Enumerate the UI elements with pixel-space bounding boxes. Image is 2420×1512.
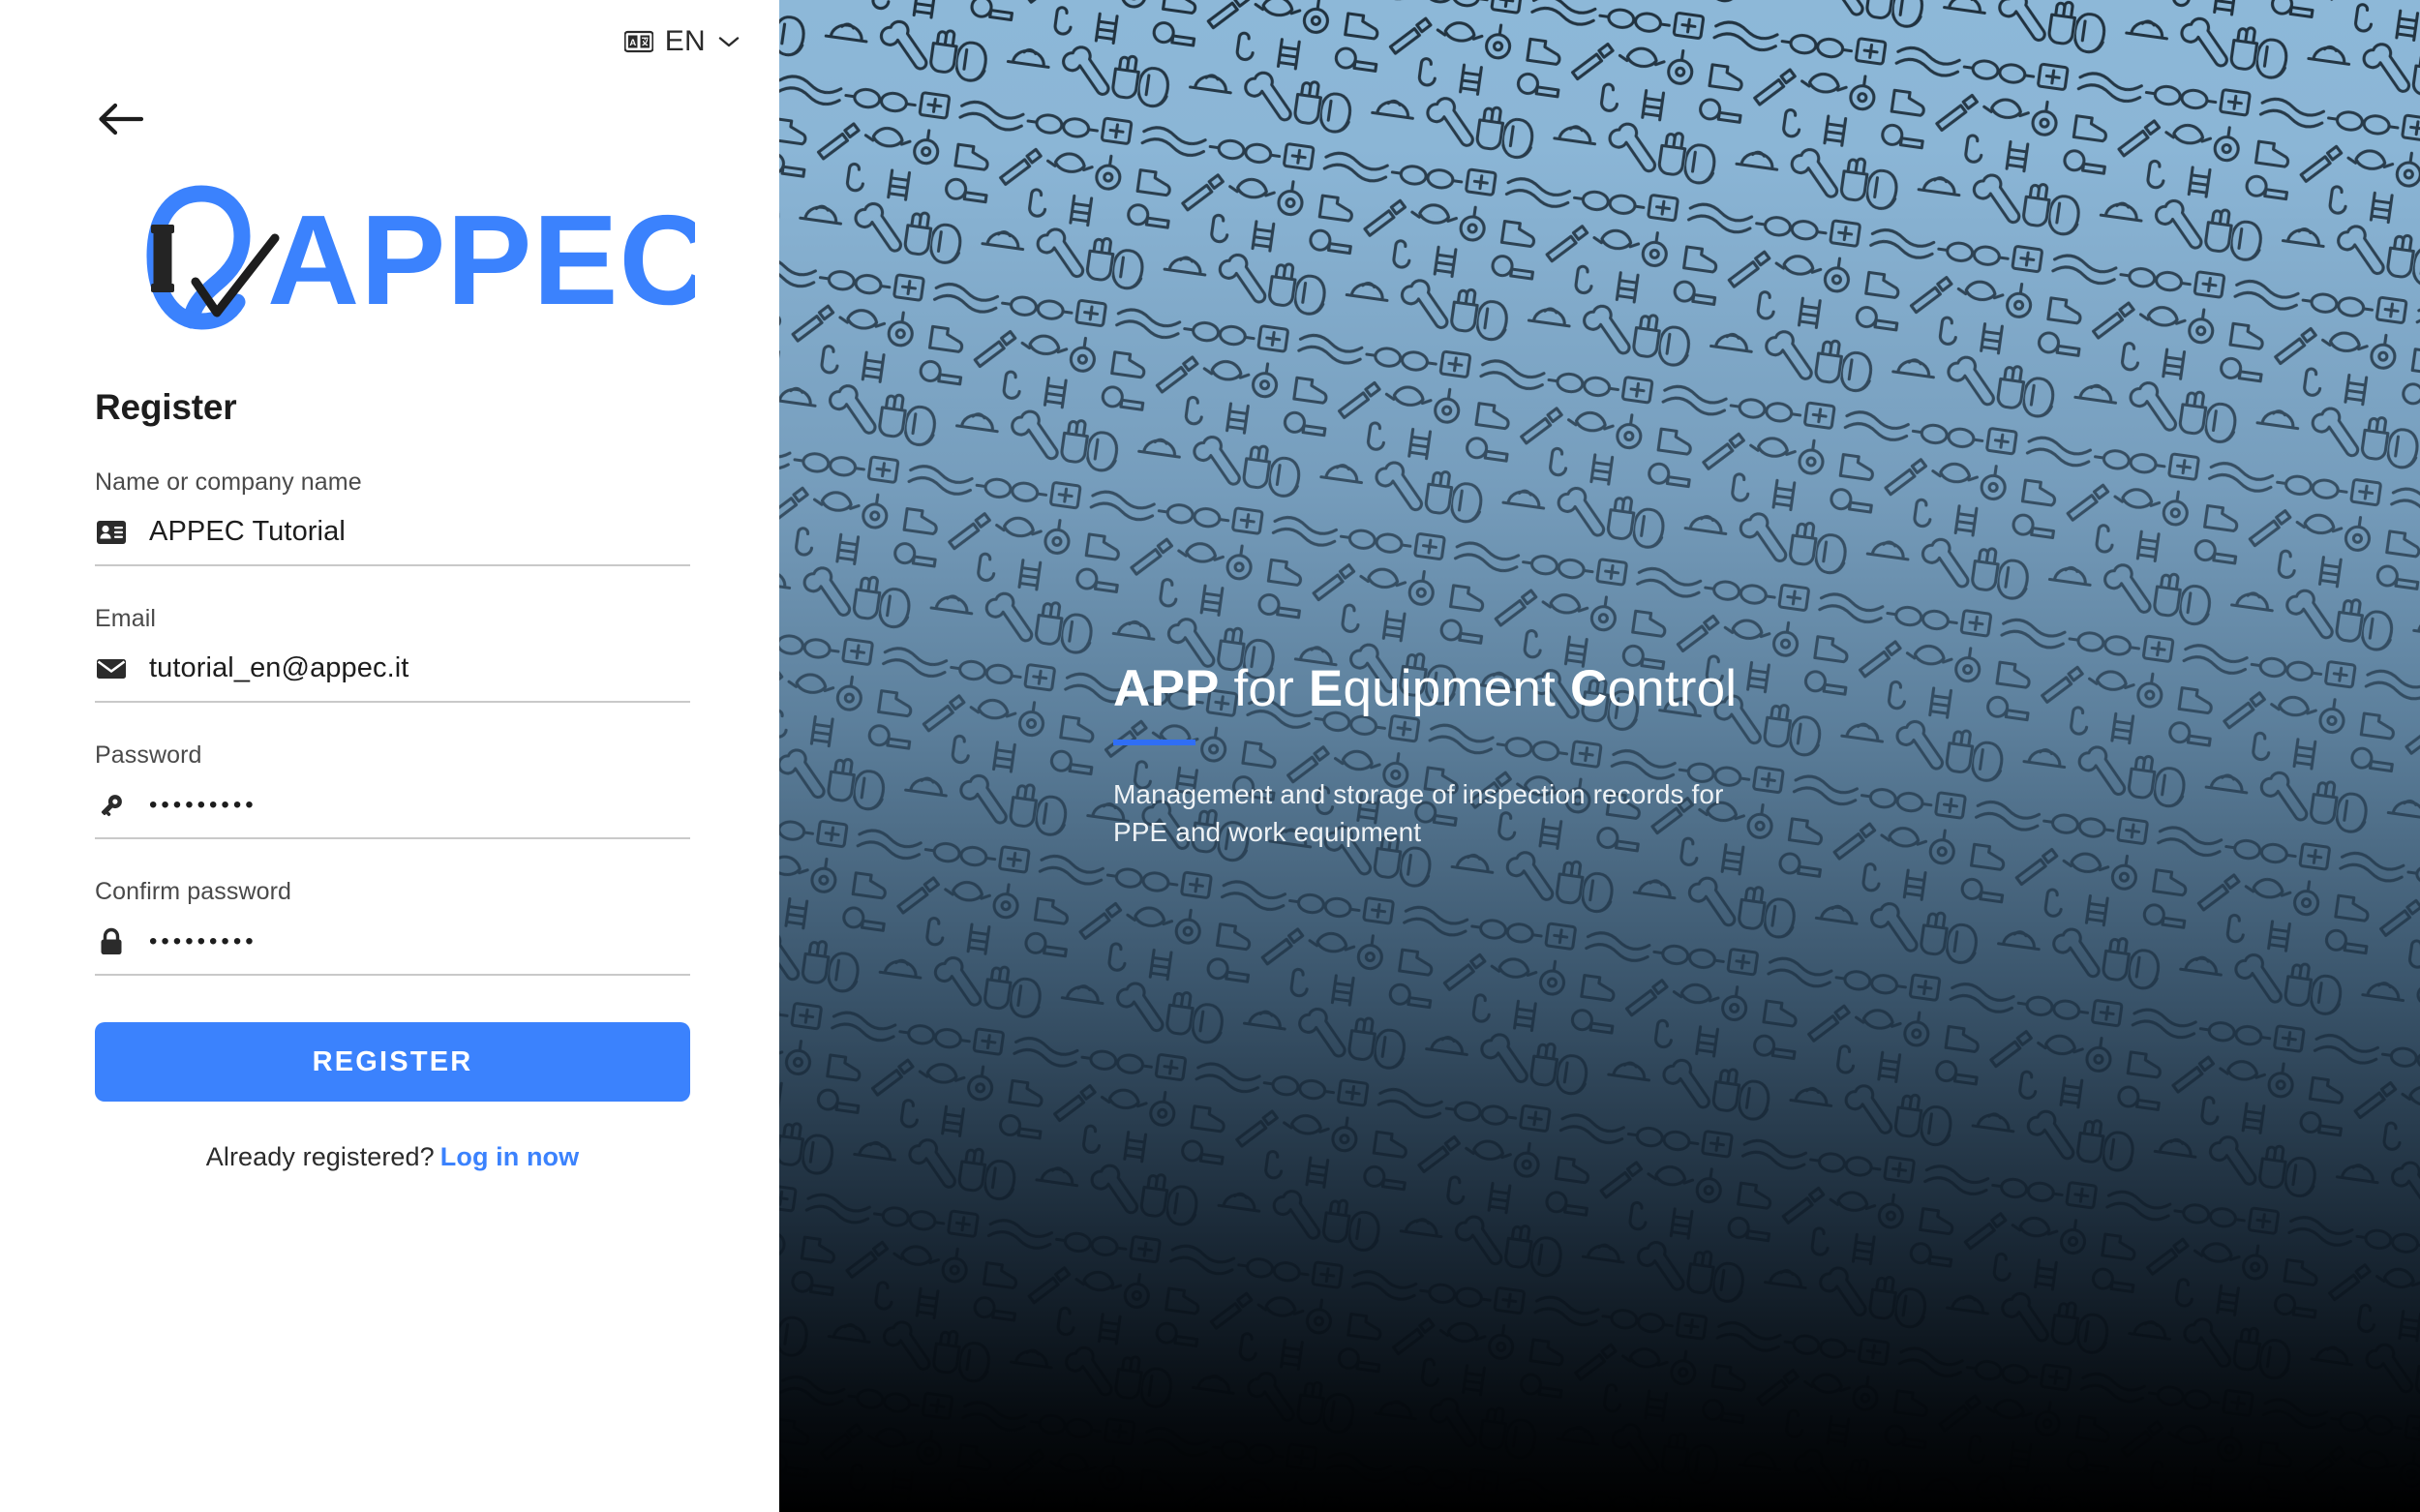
field-label-password: Password (95, 741, 202, 769)
hero-subtitle: Management and storage of inspection rec… (1113, 779, 1724, 847)
lock-icon (95, 925, 128, 958)
appec-logo: APPEC (95, 180, 695, 330)
confirm-password-input-value[interactable]: ••••••••• (149, 928, 690, 954)
login-prompt-text: Already registered? (205, 1142, 435, 1171)
register-form: Register Name or company name APPEC Tuto… (95, 387, 690, 1172)
auth-panel: A EN APPEC Register Name or company name… (0, 0, 779, 1512)
login-link[interactable]: Log in now (440, 1142, 579, 1171)
field-label-confirm-password: Confirm password (95, 878, 292, 905)
field-row-confirm-password[interactable]: ••••••••• (95, 925, 690, 976)
envelope-icon (95, 652, 128, 685)
arrow-left-icon (99, 103, 144, 136)
back-button[interactable] (95, 99, 145, 139)
password-input-value[interactable]: ••••••••• (149, 792, 690, 818)
field-row-email[interactable]: tutorial_en@appec.it (95, 652, 690, 703)
chevron-down-icon (717, 34, 741, 49)
hero-title-part-4: quipment (1343, 660, 1571, 717)
hero-title-part-1: APP (1113, 660, 1220, 717)
hero-title-part-5: C (1570, 660, 1608, 717)
field-row-name[interactable]: APPEC Tutorial (95, 516, 690, 566)
hero-title-part-6: ontrol (1607, 660, 1738, 717)
key-icon (95, 789, 128, 822)
field-label-email: Email (95, 605, 157, 632)
language-code: EN (664, 25, 706, 57)
field-password: Password ••••••••• (95, 741, 690, 839)
hero-title-part-2: for (1219, 660, 1309, 717)
page-title: Register (95, 387, 237, 427)
field-row-password[interactable]: ••••••••• (95, 789, 690, 839)
hero-title: APP for Equipment Control (1113, 661, 2139, 716)
field-name: Name or company name APPEC Tutorial (95, 469, 690, 566)
hero-panel: APP for Equipment Control Management and… (779, 0, 2420, 1512)
field-email: Email tutorial_en@appec.it (95, 605, 690, 703)
language-selector[interactable]: A EN (623, 25, 741, 58)
translate-icon: A (623, 30, 654, 53)
login-prompt: Already registered? Log in now (95, 1142, 690, 1172)
contact-card-icon (95, 516, 128, 549)
hero-content: APP for Equipment Control Management and… (1113, 661, 2139, 851)
hero-accent-bar (1113, 740, 1195, 746)
register-button[interactable]: REGISTER (95, 1022, 690, 1102)
field-label-name: Name or company name (95, 469, 362, 496)
hero-title-part-3: E (1308, 660, 1344, 717)
svg-text:A: A (629, 38, 636, 48)
name-input-value[interactable]: APPEC Tutorial (149, 516, 690, 548)
email-input-value[interactable]: tutorial_en@appec.it (149, 652, 690, 684)
field-confirm-password: Confirm password ••••••••• (95, 878, 690, 976)
svg-text:APPEC: APPEC (267, 189, 695, 330)
